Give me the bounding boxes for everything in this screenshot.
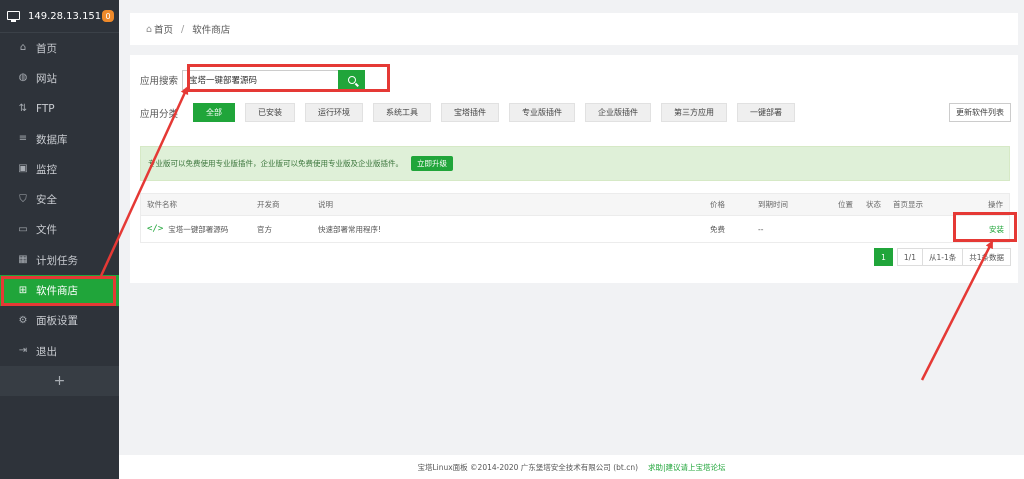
annotation-arrows	[99, 86, 994, 381]
arrow-to-search	[99, 86, 189, 277]
arrow-to-install	[920, 240, 994, 381]
